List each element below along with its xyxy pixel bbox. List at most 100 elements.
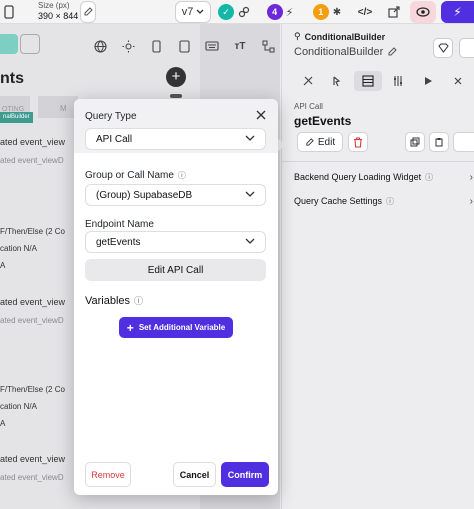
warnings-indicator[interactable]: 1 ✱ [308, 1, 346, 23]
endpoint-select[interactable]: getEvents [85, 231, 266, 253]
info-icon: ⓘ [425, 172, 434, 182]
size-label: Size (px) [38, 1, 70, 10]
component-name: ConditionalBuilder [294, 46, 384, 58]
backend-loading-row[interactable]: Backend Query Loading Widget ⓘ › [294, 169, 474, 185]
canvas-toolbar: тT [76, 33, 280, 59]
bug-icon: ✱ [332, 6, 342, 18]
link-icon[interactable] [236, 1, 252, 23]
component-type-row: ⚲ ConditionalBuilder [294, 31, 385, 42]
pencil-icon[interactable] [387, 47, 397, 57]
cancel-button[interactable]: Cancel [173, 462, 216, 487]
divider [282, 161, 474, 162]
chevron-right-icon: › [469, 195, 473, 207]
tab-actions-icon[interactable] [324, 71, 352, 91]
list-item: A [0, 261, 6, 270]
group-select[interactable]: (Group) SupabaseDB [85, 184, 266, 206]
add-page-button[interactable]: + [166, 67, 186, 87]
chevron-right-icon: › [469, 171, 473, 183]
confirm-button[interactable]: Confirm [221, 462, 269, 487]
version-selector[interactable]: v7 [175, 1, 211, 23]
more-actions-icon[interactable] [453, 132, 474, 152]
tab-right[interactable]: M [38, 96, 78, 118]
list-item: ated event_view [0, 454, 66, 464]
chevron-down-icon [196, 9, 204, 14]
info-icon: ⓘ [386, 196, 395, 206]
query-type-section: Query Type API Call [74, 99, 278, 153]
list-item: F/Then/Else (2 Co [0, 227, 65, 236]
warnings-count: 1 [312, 4, 329, 20]
set-variable-label: Set Additional Variable [138, 323, 226, 332]
section-label: API Call [294, 102, 323, 111]
edit-query-button[interactable]: Edit [297, 132, 343, 152]
edit-size-icon[interactable] [80, 1, 96, 23]
magic-wand-icon[interactable] [20, 34, 40, 54]
chevron-down-icon [245, 135, 255, 141]
list-item: ated event_viewD [0, 473, 64, 482]
page-title: nts [0, 70, 24, 87]
pencil-icon [306, 137, 314, 146]
text-size-icon[interactable]: тT [228, 35, 252, 57]
diamond-icon[interactable] [433, 38, 453, 58]
query-name: getEvents [294, 114, 352, 128]
cache-settings-label: Query Cache Settings [294, 196, 383, 206]
list-item: ated event_view [0, 137, 66, 147]
set-additional-variable-button[interactable]: + Set Additional Variable [119, 317, 233, 338]
size-value: 390 × 844 [38, 11, 79, 21]
tab-backend-query-icon[interactable] [354, 71, 382, 91]
paste-icon[interactable] [429, 132, 449, 152]
variables-label: Variables [85, 294, 131, 307]
list-item: cation N/A [0, 244, 37, 253]
query-type-select[interactable]: API Call [85, 128, 266, 150]
list-item: A [0, 419, 6, 428]
edit-label: Edit [317, 136, 336, 148]
issues-indicator[interactable]: 4 ⚡ [263, 1, 297, 23]
tab-ai-icon[interactable] [444, 71, 472, 91]
query-config-dialog: Query Type API Call Group or Call Name ⓘ… [74, 99, 278, 495]
info-icon: ⓘ [134, 296, 144, 306]
backend-loading-label: Backend Query Loading Widget [294, 172, 422, 182]
remove-button[interactable]: Remove [85, 462, 131, 487]
group-label: Group or Call Name [85, 170, 174, 181]
copy-icon[interactable] [405, 132, 425, 152]
drag-handle[interactable] [170, 94, 182, 98]
export-icon[interactable] [383, 1, 405, 23]
chevron-down-icon [245, 191, 255, 197]
plus-icon: + [126, 320, 134, 335]
endpoint-value: getEvents [96, 236, 141, 248]
variables-heading: Variables ⓘ [85, 294, 143, 307]
component-name-row[interactable]: ConditionalBuilder [294, 46, 397, 58]
lightning-icon: ⚡ [453, 5, 462, 19]
preview-eye-icon[interactable] [410, 1, 436, 23]
globe-icon[interactable] [88, 35, 112, 57]
list-item: ated event_viewD [0, 316, 64, 325]
component-icon: ⚲ [294, 31, 301, 41]
hierarchy-icon[interactable] [256, 35, 280, 57]
chevron-down-icon [245, 238, 255, 244]
tablet-icon[interactable] [172, 35, 196, 57]
sun-icon[interactable] [116, 35, 140, 57]
endpoint-label: Endpoint Name [85, 219, 154, 230]
close-icon[interactable] [254, 108, 268, 122]
list-item: ated event_viewD [0, 156, 64, 165]
lightning-icon: ⚡ [285, 6, 294, 19]
cache-settings-row[interactable]: Query Cache Settings ⓘ › [294, 193, 474, 209]
tab-properties-icon[interactable] [294, 71, 322, 91]
run-lightning-button[interactable]: ⚡ [441, 1, 474, 23]
code-icon[interactable]: </> [352, 1, 378, 23]
issues-count: 4 [266, 4, 283, 20]
list-item: F/Then/Else (2 Co [0, 385, 65, 394]
component-type: ConditionalBuilder [304, 31, 386, 42]
selected-chip: nalBuilder [0, 112, 33, 123]
edit-api-call-button[interactable]: Edit API Call [85, 259, 266, 281]
widget-icon[interactable] [0, 34, 18, 54]
device-icon[interactable] [0, 1, 18, 23]
check-status-icon[interactable]: ✓ [217, 1, 235, 23]
info-icon: ⓘ [177, 171, 186, 180]
phone-icon[interactable] [144, 35, 168, 57]
delete-query-button[interactable] [348, 132, 368, 152]
tab-play-icon[interactable] [414, 71, 442, 91]
keyboard-icon[interactable] [200, 35, 224, 57]
properties-panel: ⚲ ConditionalBuilder ConditionalBuilder … [281, 24, 474, 509]
more-icon[interactable] [459, 38, 474, 58]
tab-sliders-icon[interactable] [384, 71, 412, 91]
